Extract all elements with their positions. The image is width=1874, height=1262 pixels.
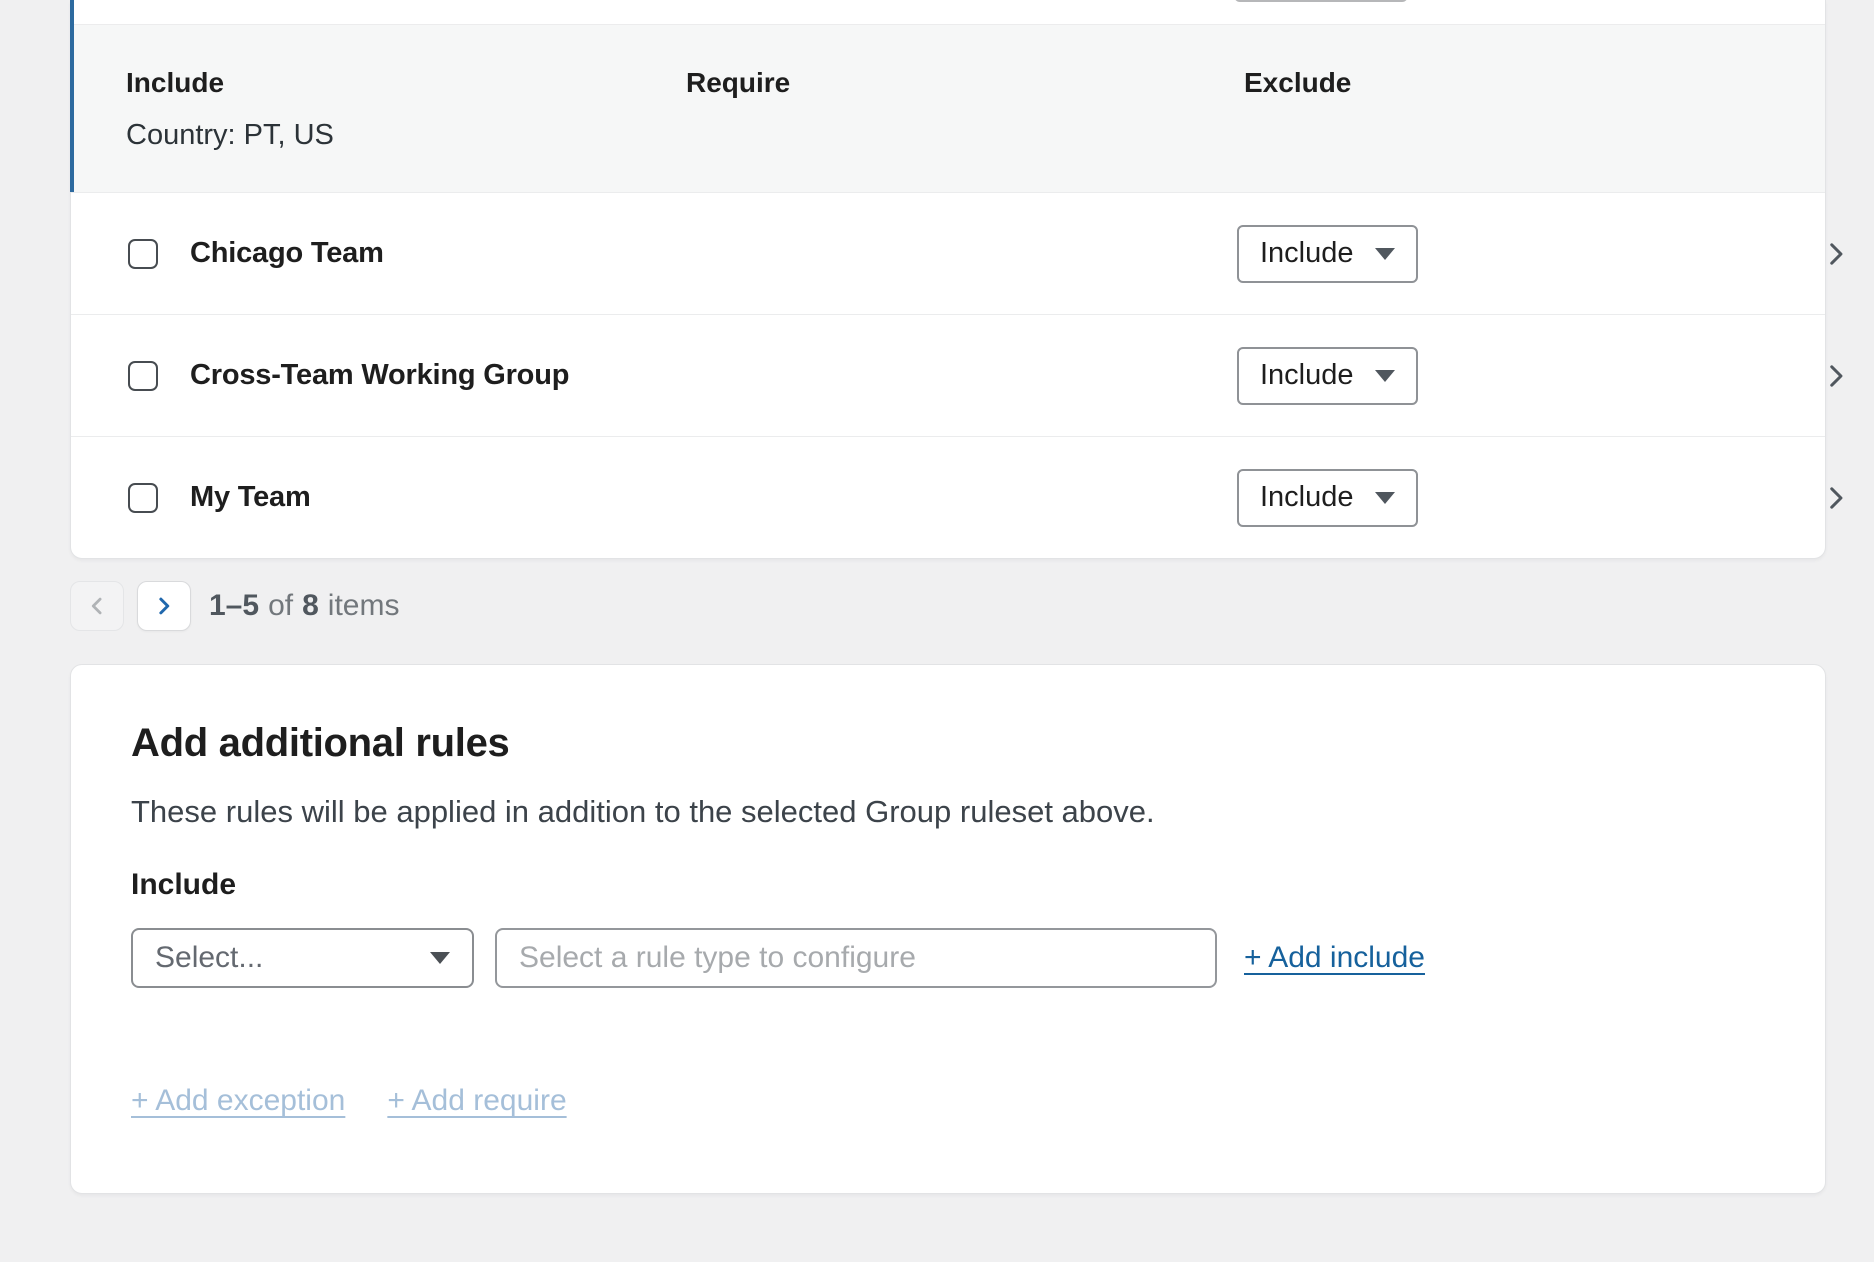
- add-require-link[interactable]: + Add require: [387, 1084, 566, 1118]
- pagination-status: 1–5 of 8 items: [209, 589, 399, 623]
- group-name: Cross-Team Working Group: [190, 359, 569, 392]
- rule-value-input[interactable]: [495, 928, 1217, 988]
- selected-group-section: Include Country: PT, US Require Exclude: [70, 0, 1825, 192]
- chevron-right-icon[interactable]: [1819, 359, 1853, 393]
- group-action-select[interactable]: Include: [1237, 225, 1418, 283]
- next-page-button[interactable]: [137, 581, 191, 631]
- group-action-select[interactable]: Include: [1237, 469, 1418, 527]
- selected-group-action-select-cutoff[interactable]: [1234, 0, 1408, 2]
- group-ruleset-panel: Include Country: PT, US Require Exclude: [74, 24, 1825, 192]
- ruleset-include-value: Country: PT, US: [126, 119, 686, 152]
- chevron-down-icon: [1375, 370, 1395, 382]
- rules-card-description: These rules will be applied in addition …: [131, 794, 1765, 830]
- group-action-select-value: Include: [1260, 481, 1354, 514]
- group-name: Chicago Team: [190, 237, 384, 270]
- ruleset-require-header: Require: [686, 67, 1244, 99]
- rules-controls-row: Select... + Add include: [131, 928, 1765, 988]
- row-checkbox[interactable]: [128, 361, 158, 391]
- chevron-left-icon: [82, 591, 112, 621]
- ruleset-exclude-header: Exclude: [1244, 67, 1825, 99]
- pagination-of-label: of: [268, 589, 293, 623]
- group-list-card: Include Country: PT, US Require Exclude …: [70, 0, 1826, 559]
- ruleset-column-include: Include Country: PT, US: [126, 25, 686, 192]
- row-checkbox[interactable]: [128, 239, 158, 269]
- previous-page-button[interactable]: [70, 581, 124, 631]
- group-row-chicago-team[interactable]: Chicago Team Include: [71, 192, 1825, 314]
- chevron-down-icon: [1375, 492, 1395, 504]
- pagination-items-label: items: [328, 589, 400, 623]
- chevron-down-icon: [430, 952, 450, 964]
- pagination: 1–5 of 8 items: [70, 581, 1874, 631]
- group-action-select[interactable]: Include: [1237, 347, 1418, 405]
- chevron-right-icon: [149, 591, 179, 621]
- add-include-link[interactable]: + Add include: [1244, 941, 1425, 975]
- chevron-right-icon[interactable]: [1819, 237, 1853, 271]
- ruleset-column-require: Require: [686, 25, 1244, 192]
- group-name: My Team: [190, 481, 311, 514]
- pagination-total: 8: [302, 589, 319, 623]
- chevron-down-icon: [1375, 248, 1395, 260]
- group-row-cross-team-working-group[interactable]: Cross-Team Working Group Include: [71, 314, 1825, 436]
- add-exception-link[interactable]: + Add exception: [131, 1084, 345, 1118]
- rules-include-label: Include: [131, 868, 1765, 902]
- group-action-select-value: Include: [1260, 359, 1354, 392]
- group-row-my-team[interactable]: My Team Include: [71, 436, 1825, 558]
- rule-type-select-value: Select...: [155, 941, 263, 975]
- rule-type-select[interactable]: Select...: [131, 928, 474, 988]
- group-action-select-value: Include: [1260, 237, 1354, 270]
- secondary-rule-links: + Add exception + Add require: [131, 1084, 1765, 1118]
- selected-group-row-cutoff: [74, 0, 1825, 24]
- pagination-range: 1–5: [209, 589, 259, 623]
- rules-card-title: Add additional rules: [131, 721, 1765, 766]
- ruleset-include-header: Include: [126, 67, 686, 99]
- ruleset-column-exclude: Exclude: [1244, 25, 1825, 192]
- chevron-right-icon[interactable]: [1819, 481, 1853, 515]
- add-additional-rules-card: Add additional rules These rules will be…: [70, 664, 1826, 1194]
- row-checkbox[interactable]: [128, 483, 158, 513]
